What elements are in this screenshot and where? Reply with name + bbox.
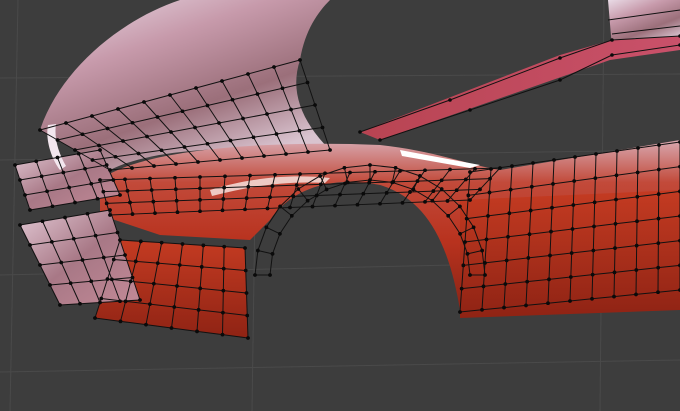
viewport-canvas[interactable] <box>0 0 680 411</box>
3d-viewport[interactable] <box>0 0 680 411</box>
front-bumper-lower <box>20 210 140 305</box>
